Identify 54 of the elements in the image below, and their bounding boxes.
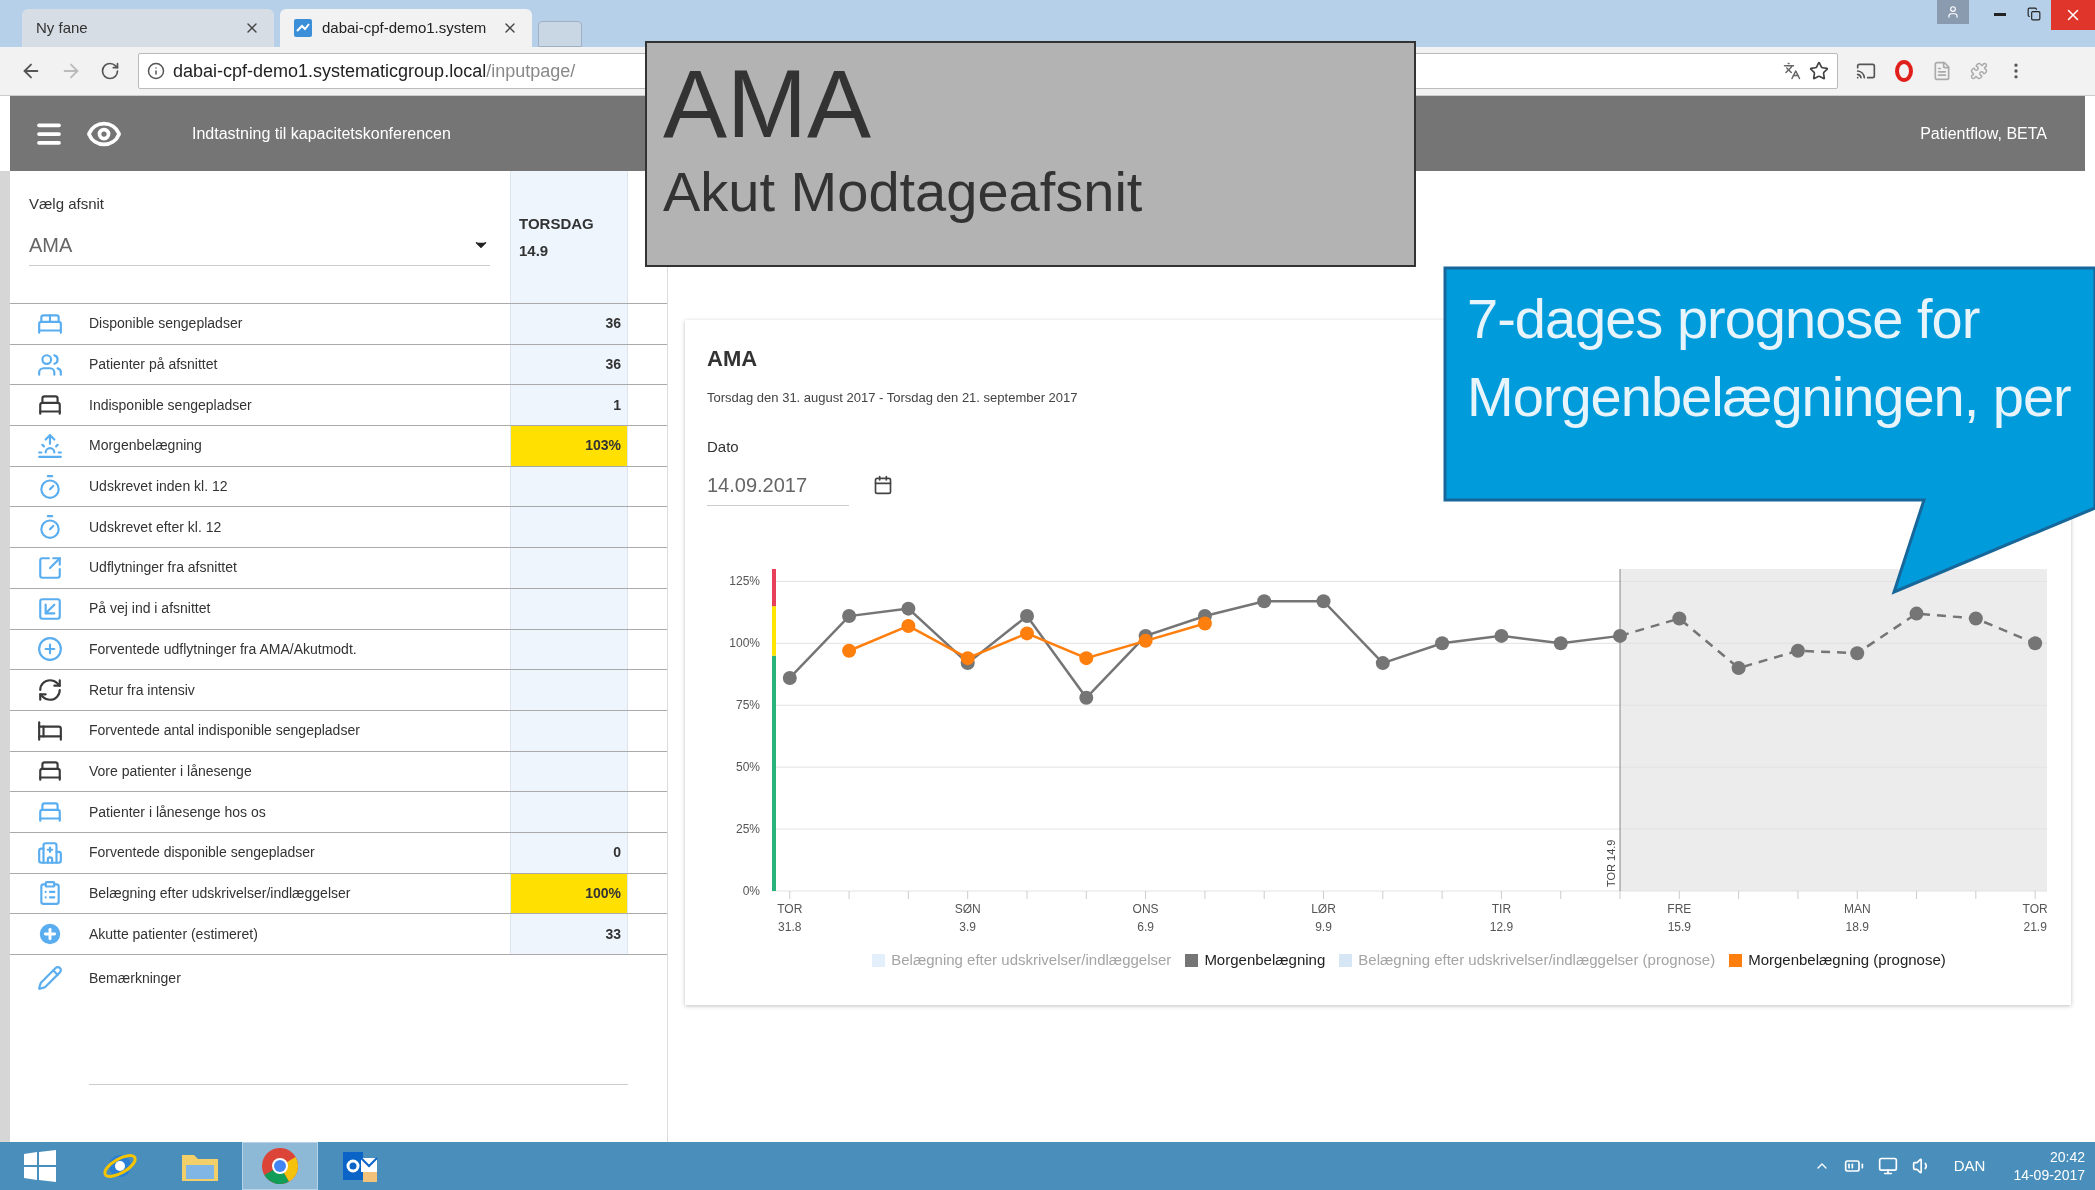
card-title: AMA	[707, 345, 759, 370]
row-label: Patienter på afsnittet	[89, 355, 219, 375]
url-text: dabai-cpf-demo1.systematicgroup.local/inputpage/	[173, 59, 576, 83]
value-cell: 100%	[510, 873, 628, 914]
row-label: Vore patienter i lånesenge	[89, 761, 253, 781]
field-label: Dato	[707, 436, 740, 457]
weekday-label: TORSDAG	[519, 214, 595, 234]
row-label: Forventede disponible sengepladser	[89, 843, 316, 863]
x-axis-label: TIR 12.9	[1489, 902, 1514, 933]
row-label: På vej ind i afsnittet	[89, 599, 212, 619]
y-axis-label: 0%	[742, 884, 760, 898]
row-label: Udskrevet efter kl. 12	[89, 517, 223, 537]
x-axis-label: TOR 21.9	[2022, 902, 2048, 933]
annotation-subtitle: Akut Modtageafsnit	[663, 159, 1144, 225]
x-axis-label: TOR 31.8	[777, 902, 803, 933]
tab-title: dabai-cpf-demo1.system	[322, 17, 488, 38]
field-label: Vælg afsnit	[29, 194, 106, 214]
product-name: Patientflow, BETA	[1920, 123, 2047, 144]
period-text: Torsdag den 31. august 2017 - Torsdag den 21. september 2017	[707, 389, 1079, 407]
x-axis-label: MAN 18.9	[1843, 902, 1871, 933]
value-cell: 103%	[510, 426, 628, 466]
value-cell: 33	[510, 914, 628, 954]
app-title: Indtastning til kapacitetskonferencen	[192, 123, 451, 144]
row-label: Retur fra intensiv	[89, 680, 196, 700]
callout-text: 7-dages prognose for	[1467, 286, 1981, 352]
x-axis-label: SØN 3.9	[954, 902, 981, 933]
value-cell: 0	[510, 832, 628, 873]
x-axis-label: ONS 6.9	[1132, 902, 1159, 933]
row-label: Udflytninger fra afsnittet	[89, 558, 238, 578]
row-label: Forventede udflytninger fra AMA/Akutmodt.	[89, 639, 358, 659]
x-axis-label: FRE 15.9	[1667, 902, 1692, 933]
row-label: Indisponible sengepladser	[89, 395, 253, 415]
today-marker-label: TOR 14.9	[1605, 839, 1617, 887]
row-label: Belægning efter udskrivelser/indlæggelser	[89, 883, 352, 903]
date-label: 14.9	[519, 240, 550, 261]
annotation-title: AMA	[663, 49, 873, 159]
row-label: Patienter i lånesenge hos os	[89, 802, 267, 822]
y-axis-label: 75%	[735, 698, 760, 713]
callout-text: Morgenbelægningen, per	[1467, 364, 2072, 430]
row-label: Akutte patienter (estimeret)	[89, 924, 259, 944]
tab-title: Ny fane	[36, 17, 89, 38]
y-axis-label: 125%	[729, 574, 760, 589]
row-label: Forventede antal indisponible sengepladser	[89, 721, 361, 741]
value-cell: 36	[510, 304, 628, 344]
remarks-label: Bemærkninger	[89, 968, 181, 988]
y-axis-label: 25%	[735, 822, 760, 837]
y-axis-label: 50%	[735, 760, 760, 775]
y-axis-label: 100%	[729, 636, 760, 651]
value-cell: 36	[510, 344, 628, 385]
row-label: Disponible sengepladser	[89, 314, 244, 334]
value-cell: 1	[510, 385, 628, 426]
row-label: Morgenbelægning	[89, 436, 203, 456]
x-axis-label: LØR 9.9	[1311, 902, 1336, 933]
row-label: Udskrevet inden kl. 12	[89, 477, 229, 497]
